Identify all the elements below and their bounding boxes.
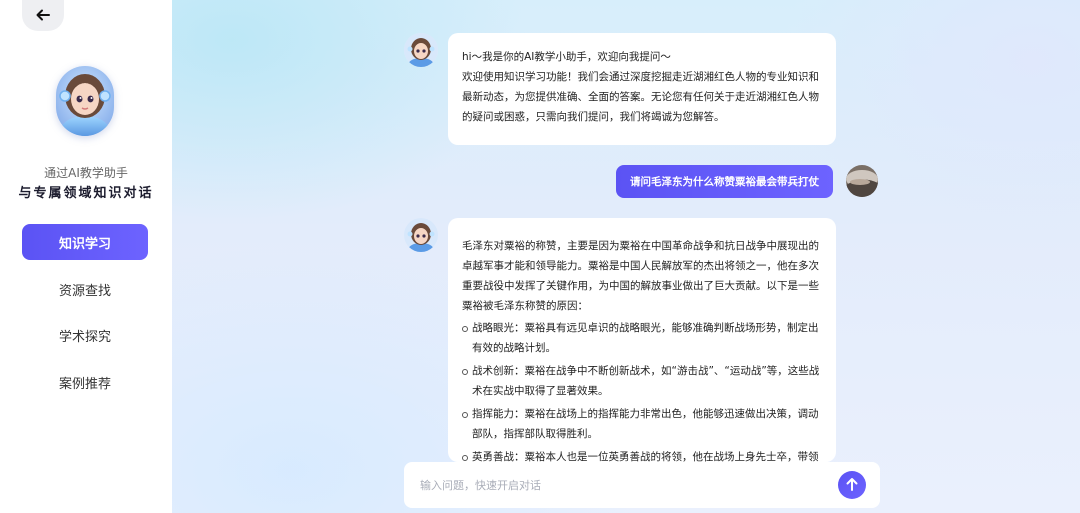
sidebar-subtitle: 通过AI教学助手 xyxy=(44,166,128,180)
sidebar: 通过AI教学助手 与专属领域知识对话 知识学习 资源查找 学术探究 案例推荐 xyxy=(0,0,172,513)
list-item: 指挥能力：粟裕在战场上的指挥能力非常出色，他能够迅速做出决策，调动部队，指挥部队… xyxy=(462,404,822,444)
arrow-up-icon xyxy=(846,476,858,495)
send-button[interactable] xyxy=(838,471,866,499)
chat-input[interactable] xyxy=(420,478,838,492)
assistant-avatar-large xyxy=(56,66,114,136)
nav-item-academic-research[interactable]: 学术探究 xyxy=(22,317,148,353)
greeting-line: hi～我是你的AI教学小助手，欢迎向我提问～ xyxy=(462,51,671,63)
list-item: 战略眼光：粟裕具有远见卓识的战略眼光，能够准确判断战场形势，制定出有效的战略计划… xyxy=(462,318,822,358)
chat-input-bar xyxy=(404,462,880,508)
sidebar-title: 与专属领域知识对话 xyxy=(18,186,154,201)
greeting-body: 欢迎使用知识学习功能！我们会通过深度挖掘走近湖湘红色人物的专业知识和最新动态，为… xyxy=(462,71,819,123)
answer-points: 战略眼光：粟裕具有远见卓识的战略眼光，能够准确判断战场形势，制定出有效的战略计划… xyxy=(462,318,822,462)
assistant-greeting-message: hi～我是你的AI教学小助手，欢迎向我提问～ 欢迎使用知识学习功能！我们会通过深… xyxy=(448,33,836,145)
list-item: 战术创新：粟裕在战争中不断创新战术，如“游击战”、“运动战”等，这些战术在实战中… xyxy=(462,361,822,401)
assistant-avatar xyxy=(404,33,438,67)
assistant-answer-message: 毛泽东对粟裕的称赞，主要是因为粟裕在中国革命战争和抗日战争中展现出的卓越军事才能… xyxy=(448,218,836,462)
nav-item-resource-search[interactable]: 资源查找 xyxy=(22,271,148,307)
nav-item-case-recommendation[interactable]: 案例推荐 xyxy=(22,364,148,400)
back-button[interactable] xyxy=(22,0,64,31)
user-message: 请问毛泽东为什么称赞粟裕最会带兵打仗 xyxy=(616,165,833,198)
list-item: 英勇善战：粟裕本人也是一位英勇善战的将领，他在战场上身先士卒，带领 xyxy=(462,447,822,462)
assistant-avatar xyxy=(404,218,438,252)
arrow-left-icon xyxy=(36,6,50,25)
answer-intro: 毛泽东对粟裕的称赞，主要是因为粟裕在中国革命战争和抗日战争中展现出的卓越军事才能… xyxy=(462,240,819,312)
user-avatar xyxy=(846,165,878,197)
nav-item-knowledge-learning[interactable]: 知识学习 xyxy=(22,224,148,260)
